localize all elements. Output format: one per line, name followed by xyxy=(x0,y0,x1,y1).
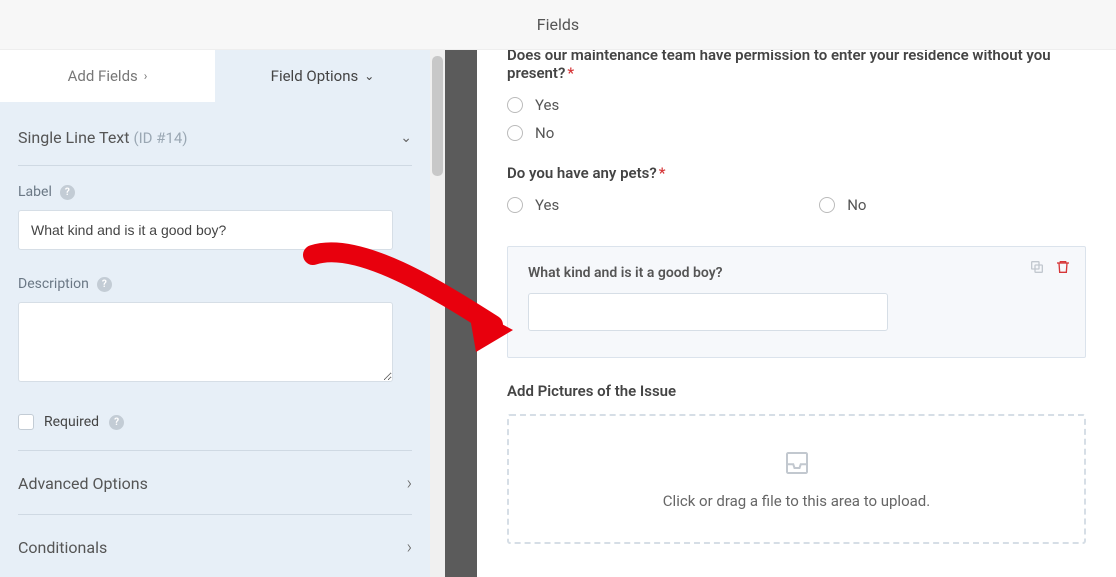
upload-label: Add Pictures of the Issue xyxy=(507,382,1086,400)
upload-hint: Click or drag a file to this area to upl… xyxy=(663,492,930,510)
tab-label: Add Fields xyxy=(68,67,138,85)
radio-option-no[interactable]: No xyxy=(507,124,1086,142)
question-pets: Do you have any pets?* Yes No xyxy=(507,164,1086,224)
radio-icon xyxy=(507,197,523,213)
radio-option-yes[interactable]: Yes xyxy=(507,96,1086,114)
dark-gutter xyxy=(445,50,477,577)
trash-icon[interactable] xyxy=(1055,259,1071,275)
field-options-panel: Single Line Text (ID #14) ⌄ Label ? Desc… xyxy=(0,102,430,564)
question-permission: Does our maintenance team have permissio… xyxy=(507,50,1086,142)
selected-field-label: What kind and is it a good boy? xyxy=(528,265,1065,281)
field-id: (ID #14) xyxy=(133,129,187,147)
chevron-down-icon: ⌄ xyxy=(364,69,374,83)
form-preview: Does our maintenance team have permissio… xyxy=(477,50,1116,577)
sidebar-tabs: Add Fields › Field Options ⌄ xyxy=(0,50,430,102)
field-section-header[interactable]: Single Line Text (ID #14) ⌄ xyxy=(18,102,412,165)
help-icon[interactable]: ? xyxy=(109,415,124,430)
description-caption: Description ? xyxy=(18,276,412,292)
required-label: Required xyxy=(44,414,99,430)
required-row: Required ? xyxy=(18,394,412,450)
chevron-right-icon: › xyxy=(144,69,148,83)
scroll-thumb[interactable] xyxy=(432,56,443,176)
chevron-down-icon: ⌄ xyxy=(400,130,412,146)
radio-option-no[interactable]: No xyxy=(819,196,866,214)
file-upload-dropzone[interactable]: Click or drag a file to this area to upl… xyxy=(507,414,1086,544)
selected-field-preview[interactable]: What kind and is it a good boy? xyxy=(507,246,1086,358)
inbox-icon xyxy=(779,448,815,478)
chevron-right-icon: › xyxy=(407,537,412,558)
duplicate-icon[interactable] xyxy=(1029,259,1045,275)
label-input[interactable] xyxy=(18,210,393,250)
upload-section: Add Pictures of the Issue Click or drag … xyxy=(507,382,1086,544)
tab-label: Field Options xyxy=(271,67,359,85)
sidebar-scrollbar[interactable] xyxy=(430,50,445,577)
question-label: Do you have any pets?* xyxy=(507,164,1086,182)
label-field-row: Label ? xyxy=(18,166,412,258)
label-caption: Label ? xyxy=(18,184,412,200)
main-layout: Add Fields › Field Options ⌄ Single Line… xyxy=(0,50,1116,577)
advanced-options-row[interactable]: Advanced Options › xyxy=(18,451,412,514)
field-action-bar xyxy=(1029,259,1071,275)
description-textarea[interactable] xyxy=(18,302,393,382)
tab-add-fields[interactable]: Add Fields › xyxy=(0,50,215,102)
help-icon[interactable]: ? xyxy=(97,277,112,292)
page-header: Fields xyxy=(0,0,1116,50)
help-icon[interactable]: ? xyxy=(60,185,75,200)
page-title: Fields xyxy=(537,15,579,34)
selected-field-input[interactable] xyxy=(528,293,888,331)
required-asterisk: * xyxy=(659,164,666,182)
tab-field-options[interactable]: Field Options ⌄ xyxy=(215,50,430,102)
conditionals-row[interactable]: Conditionals › xyxy=(18,515,412,564)
field-type-title: Single Line Text (ID #14) xyxy=(18,128,188,147)
required-asterisk: * xyxy=(567,64,574,82)
settings-sidebar: Add Fields › Field Options ⌄ Single Line… xyxy=(0,50,430,577)
question-label: Does our maintenance team have permissio… xyxy=(507,50,1086,82)
chevron-right-icon: › xyxy=(407,473,412,494)
radio-icon xyxy=(507,97,523,113)
radio-icon xyxy=(507,125,523,141)
description-field-row: Description ? xyxy=(18,258,412,394)
required-checkbox[interactable] xyxy=(18,414,34,430)
radio-icon xyxy=(819,197,835,213)
radio-option-yes[interactable]: Yes xyxy=(507,196,559,214)
